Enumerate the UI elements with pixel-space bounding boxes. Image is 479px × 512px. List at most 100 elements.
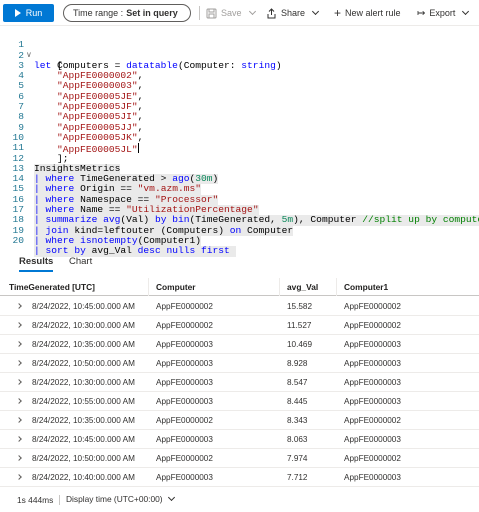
cell-timegenerated: 8/24/2022, 10:35:00.000 AM <box>32 340 135 349</box>
code-line: 13 | where TimeGenerated > ago(30m) <box>0 154 479 185</box>
column-header-avg-val[interactable]: avg_Val <box>287 282 318 292</box>
chevron-right-icon[interactable] <box>16 360 22 366</box>
table-row[interactable]: 8/24/2022, 10:35:00.000 AM AppFE0000002 8.… <box>0 411 479 430</box>
line-number: 20 <box>12 234 24 246</box>
status-divider <box>59 495 60 505</box>
code-line: 11 ]; <box>0 133 479 163</box>
save-button[interactable]: Save <box>206 4 256 22</box>
cell-avg-val: 7.974 <box>287 454 308 463</box>
column-header-timegenerated[interactable]: TimeGenerated [UTC] <box>9 282 95 292</box>
code-line: 9 "AppFE00005JK", <box>0 112 479 143</box>
cell-avg-val: 15.582 <box>287 302 313 311</box>
cell-avg-val: 8.445 <box>287 397 308 406</box>
cell-computer1: AppFE0000003 <box>344 378 401 387</box>
chevron-down-icon <box>248 7 256 16</box>
result-tabs: Results Chart <box>0 252 479 274</box>
export-button-label: Export <box>429 8 456 18</box>
query-editor[interactable]: 1 ∨ let Computers = datatable(Computer: … <box>0 26 479 257</box>
cell-computer: AppFE0000002 <box>156 416 213 425</box>
cell-computer1: AppFE0000002 <box>344 454 401 463</box>
export-button[interactable]: ↦ Export <box>417 4 470 22</box>
cell-timegenerated: 8/24/2022, 10:30:00.000 AM <box>32 378 135 387</box>
new-alert-rule-button[interactable]: + New alert rule <box>334 4 401 22</box>
query-toolbar: Run Time range : Set in query Save Share… <box>0 0 479 26</box>
cell-timegenerated: 8/24/2022, 10:35:00.000 AM <box>32 416 135 425</box>
chevron-right-icon[interactable] <box>16 436 22 442</box>
code-line: 12 InsightsMetrics <box>0 143 479 175</box>
code-line: 5 "AppFE00005JE", <box>0 71 479 102</box>
run-button[interactable]: Run <box>3 4 54 22</box>
cell-avg-val: 8.063 <box>287 435 308 444</box>
toolbar-divider <box>199 6 200 20</box>
cell-avg-val: 8.547 <box>287 378 308 387</box>
table-row[interactable]: 8/24/2022, 10:45:00.000 AM AppFE0000002 15… <box>0 297 479 316</box>
table-row[interactable]: 8/24/2022, 10:40:00.000 AM AppFE0000003 7.… <box>0 468 479 487</box>
cell-computer: AppFE0000003 <box>156 378 213 387</box>
table-row[interactable]: 8/24/2022, 10:30:00.000 AM AppFE0000002 11… <box>0 316 479 335</box>
time-range-label: Time range : <box>73 8 124 18</box>
table-row[interactable]: 8/24/2022, 10:55:00.000 AM AppFE0000003 8.… <box>0 392 479 411</box>
tab-results[interactable]: Results <box>19 256 54 272</box>
share-button[interactable]: Share <box>266 4 320 22</box>
cell-avg-val: 8.928 <box>287 359 308 368</box>
cell-computer: AppFE0000003 <box>156 435 213 444</box>
chevron-right-icon[interactable] <box>16 398 22 404</box>
column-divider[interactable] <box>148 278 149 296</box>
cell-avg-val: 10.469 <box>287 340 313 349</box>
code-line: 10 "AppFE00005JL" <box>0 123 479 155</box>
chevron-down-icon <box>167 493 175 502</box>
chevron-down-icon <box>311 7 320 16</box>
code-line: 14 | where Origin == "vm.azm.ms" <box>0 164 479 195</box>
display-time-label: Display time (UTC+00:00) <box>66 494 163 504</box>
chevron-right-icon[interactable] <box>16 417 22 423</box>
code-line: 17 | summarize avg(Val) by bin(TimeGener… <box>0 195 479 226</box>
save-button-label: Save <box>221 8 242 18</box>
table-row[interactable]: 8/24/2022, 10:35:00.000 AM AppFE0000003 10… <box>0 335 479 354</box>
cell-computer1: AppFE0000002 <box>344 416 401 425</box>
cell-computer1: AppFE0000003 <box>344 435 401 444</box>
cell-computer1: AppFE0000003 <box>344 340 401 349</box>
status-bar: 1s 444ms Display time (UTC+00:00) <box>0 490 479 510</box>
code-line: 15 | where Namespace == "Processor" <box>0 174 479 206</box>
cell-computer: AppFE0000002 <box>156 321 213 330</box>
tab-chart[interactable]: Chart <box>69 256 92 272</box>
column-header-computer1[interactable]: Computer1 <box>344 282 388 292</box>
table-row[interactable]: 8/24/2022, 10:30:00.000 AM AppFE0000003 8.… <box>0 373 479 392</box>
code-line: 6 "AppFE00005JF", <box>0 82 479 112</box>
cell-timegenerated: 8/24/2022, 10:45:00.000 AM <box>32 302 135 311</box>
code-line: 20 | sort by avg_Val desc nulls first <box>0 226 479 257</box>
table-row[interactable]: 8/24/2022, 10:50:00.000 AM AppFE0000002 7.… <box>0 449 479 468</box>
code-line: 2 [ <box>0 40 479 71</box>
cell-computer1: AppFE0000002 <box>344 302 401 311</box>
cell-avg-val: 7.712 <box>287 473 308 482</box>
table-row[interactable]: 8/24/2022, 10:45:00.000 AM AppFE0000003 8.… <box>0 430 479 449</box>
column-divider[interactable] <box>279 278 280 296</box>
code-line: 7 "AppFE00005JI", <box>0 92 479 122</box>
display-time-selector[interactable]: Display time (UTC+00:00) <box>66 493 175 504</box>
code-line: 16 | where Name == "UtilizationPercentag… <box>0 185 479 216</box>
cell-computer1: AppFE0000003 <box>344 473 401 482</box>
column-divider[interactable] <box>336 278 337 296</box>
chevron-right-icon[interactable] <box>16 455 22 461</box>
code-line: 8 "AppFE00005JJ", <box>0 102 479 133</box>
table-row[interactable]: 8/24/2022, 10:50:00.000 AM AppFE0000003 8.… <box>0 354 479 373</box>
chevron-right-icon[interactable] <box>16 474 22 480</box>
cell-timegenerated: 8/24/2022, 10:50:00.000 AM <box>32 359 135 368</box>
column-header-computer[interactable]: Computer <box>156 282 196 292</box>
code-line: 3 "AppFE0000002", <box>0 51 479 81</box>
cell-computer1: AppFE0000003 <box>344 397 401 406</box>
chevron-right-icon[interactable] <box>16 303 22 309</box>
new-alert-rule-label: New alert rule <box>345 8 401 18</box>
cell-computer: AppFE0000003 <box>156 473 213 482</box>
cell-avg-val: 11.527 <box>287 321 312 330</box>
cell-timegenerated: 8/24/2022, 10:45:00.000 AM <box>32 435 135 444</box>
chevron-right-icon[interactable] <box>16 322 22 328</box>
share-button-label: Share <box>281 8 306 18</box>
chevron-down-icon <box>462 7 470 16</box>
chevron-right-icon[interactable] <box>16 379 22 385</box>
chevron-right-icon[interactable] <box>16 341 22 347</box>
code-line: 19 | where isnotempty(Computer1) <box>0 215 479 247</box>
query-duration: 1s 444ms <box>17 495 54 505</box>
run-button-label: Run <box>25 8 43 18</box>
time-range-picker[interactable]: Time range : Set in query <box>63 4 191 22</box>
